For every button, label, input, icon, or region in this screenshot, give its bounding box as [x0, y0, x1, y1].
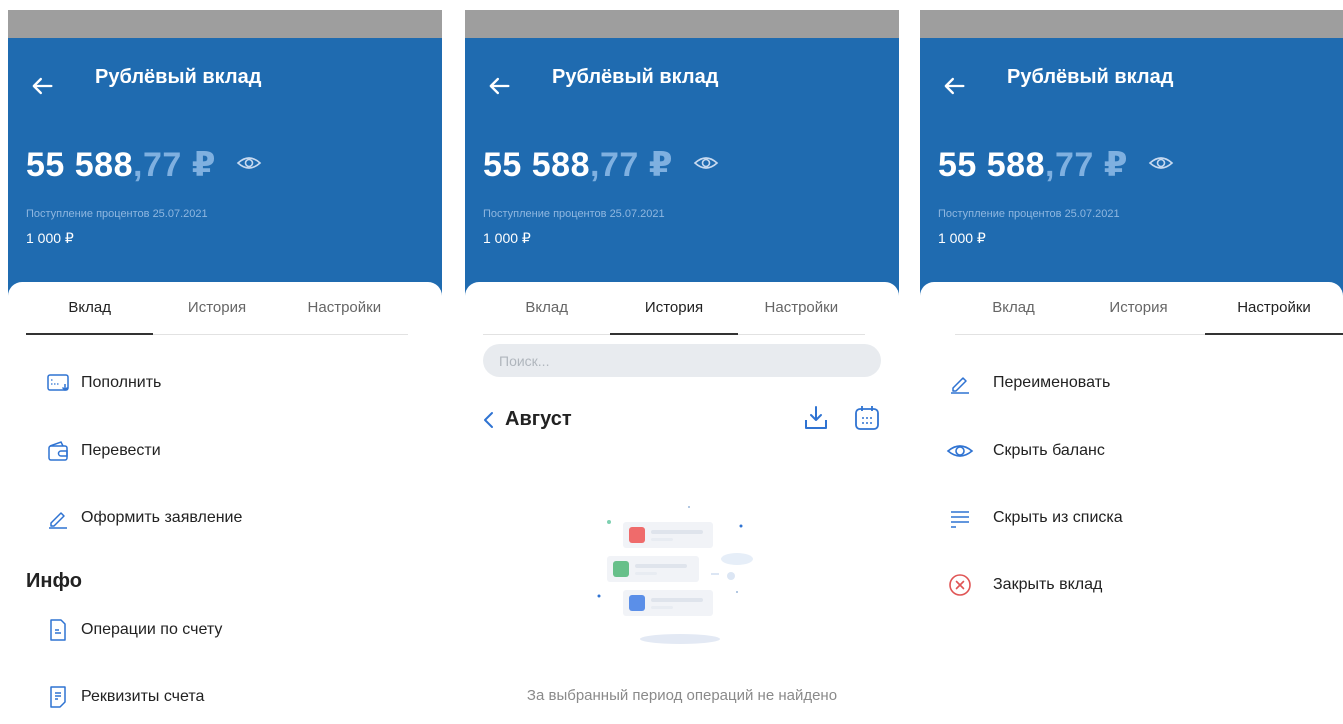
hide-from-list-button[interactable]: Скрыть из списка	[920, 498, 1343, 538]
top-bar: Рублёвый вклад	[920, 38, 1343, 118]
tab-history[interactable]: История	[610, 282, 738, 335]
rename-button[interactable]: Переименовать	[920, 363, 1343, 403]
account-requisites-label: Реквизиты счета	[81, 688, 205, 705]
status-bar	[920, 10, 1343, 38]
eye-icon[interactable]	[236, 153, 262, 173]
interest-amount: 1 000 ₽	[26, 230, 74, 246]
tab-deposit[interactable]: Вклад	[483, 282, 610, 334]
status-bar	[465, 10, 899, 38]
pencil-icon	[951, 377, 969, 394]
balance-decimal: ,77 ₽	[133, 146, 216, 184]
back-arrow-icon[interactable]	[28, 72, 56, 100]
balance-decimal: ,77 ₽	[590, 146, 673, 184]
balance-decimal: ,77 ₽	[1045, 146, 1128, 184]
phone-screen-history: Рублёвый вклад 55 588,77 ₽ Поступление п…	[465, 10, 899, 724]
eye-icon[interactable]	[1148, 153, 1174, 173]
top-bar: Рублёвый вклад	[8, 38, 442, 118]
month-label: Август	[505, 408, 572, 430]
wallet-icon	[48, 441, 68, 461]
application-button[interactable]: Оформить заявление	[8, 498, 442, 538]
back-arrow-icon[interactable]	[485, 72, 513, 100]
transfer-label: Перевести	[81, 442, 161, 459]
balance-amount: 55 588,77 ₽	[26, 145, 216, 185]
close-deposit-button[interactable]: Закрыть вклад	[920, 565, 1343, 605]
content-sheet: Вклад История Настройки Переименовать Ск…	[920, 282, 1343, 724]
empty-state-text: За выбранный период операций не найдено	[526, 687, 838, 704]
tab-bar: Вклад История Настройки	[26, 282, 408, 335]
balance-amount: 55 588,77 ₽	[938, 145, 1128, 185]
tab-history[interactable]: История	[153, 282, 280, 334]
close-deposit-label: Закрыть вклад	[993, 576, 1103, 593]
requisites-icon	[50, 686, 66, 708]
tab-bar: Вклад История Настройки	[483, 282, 865, 335]
rename-label: Переименовать	[993, 374, 1111, 391]
top-bar: Рублёвый вклад	[465, 38, 899, 118]
hide-from-list-label: Скрыть из списка	[993, 509, 1123, 526]
page-title: Рублёвый вклад	[95, 66, 262, 88]
account-operations-button[interactable]: Операции по счету	[8, 610, 442, 650]
interest-amount: 1 000 ₽	[938, 230, 986, 246]
hide-balance-label: Скрыть баланс	[993, 442, 1105, 459]
phone-screen-settings: Рублёвый вклад 55 588,77 ₽ Поступление п…	[920, 10, 1343, 724]
balance-integer: 55 588	[938, 146, 1045, 184]
eye-icon	[946, 445, 974, 457]
page-title: Рублёвый вклад	[552, 66, 719, 88]
document-icon	[50, 619, 66, 641]
tab-settings[interactable]: Настройки	[738, 282, 865, 334]
transfer-button[interactable]: Перевести	[8, 431, 442, 471]
tab-bar: Вклад История Настройки	[955, 282, 1343, 335]
tab-deposit[interactable]: Вклад	[955, 282, 1072, 334]
download-icon[interactable]	[803, 404, 829, 432]
back-arrow-icon[interactable]	[940, 72, 968, 100]
chevron-left-icon[interactable]	[479, 406, 499, 434]
interest-date-label: Поступление процентов 25.07.2021	[26, 208, 208, 220]
page-title: Рублёвый вклад	[1007, 66, 1174, 88]
close-circle-icon	[949, 574, 971, 596]
balance-amount: 55 588,77 ₽	[483, 145, 673, 185]
tab-history[interactable]: История	[1072, 282, 1205, 334]
account-operations-label: Операции по счету	[81, 621, 223, 638]
phone-screen-deposit: Рублёвый вклад 55 588,77 ₽ Поступление п…	[8, 10, 442, 724]
balance-integer: 55 588	[26, 146, 133, 184]
tab-settings[interactable]: Настройки	[281, 282, 408, 334]
content-sheet: Вклад История Настройки Пополнить Переве…	[8, 282, 442, 724]
interest-date-label: Поступление процентов 25.07.2021	[483, 208, 665, 220]
topup-label: Пополнить	[81, 374, 162, 391]
list-icon	[951, 511, 969, 528]
balance-integer: 55 588	[483, 146, 590, 184]
search-field[interactable]	[483, 344, 881, 377]
month-selector: Август	[479, 404, 881, 436]
calendar-icon[interactable]	[853, 404, 881, 432]
search-input[interactable]	[483, 344, 881, 377]
interest-date-label: Поступление процентов 25.07.2021	[938, 208, 1120, 220]
status-bar	[8, 10, 442, 38]
info-section-title: Инфо	[26, 570, 82, 592]
content-sheet: Вклад История Настройки Август	[465, 282, 899, 724]
card-deposit-icon	[47, 374, 69, 392]
topup-button[interactable]: Пополнить	[8, 363, 442, 403]
empty-state-illustration	[597, 506, 753, 644]
interest-amount: 1 000 ₽	[483, 230, 531, 246]
hide-balance-button[interactable]: Скрыть баланс	[920, 431, 1343, 471]
application-label: Оформить заявление	[81, 509, 243, 526]
tab-settings[interactable]: Настройки	[1205, 282, 1343, 335]
pencil-icon	[49, 512, 67, 529]
eye-icon[interactable]	[693, 153, 719, 173]
account-requisites-button[interactable]: Реквизиты счета	[8, 677, 442, 717]
tab-deposit[interactable]: Вклад	[26, 282, 154, 335]
